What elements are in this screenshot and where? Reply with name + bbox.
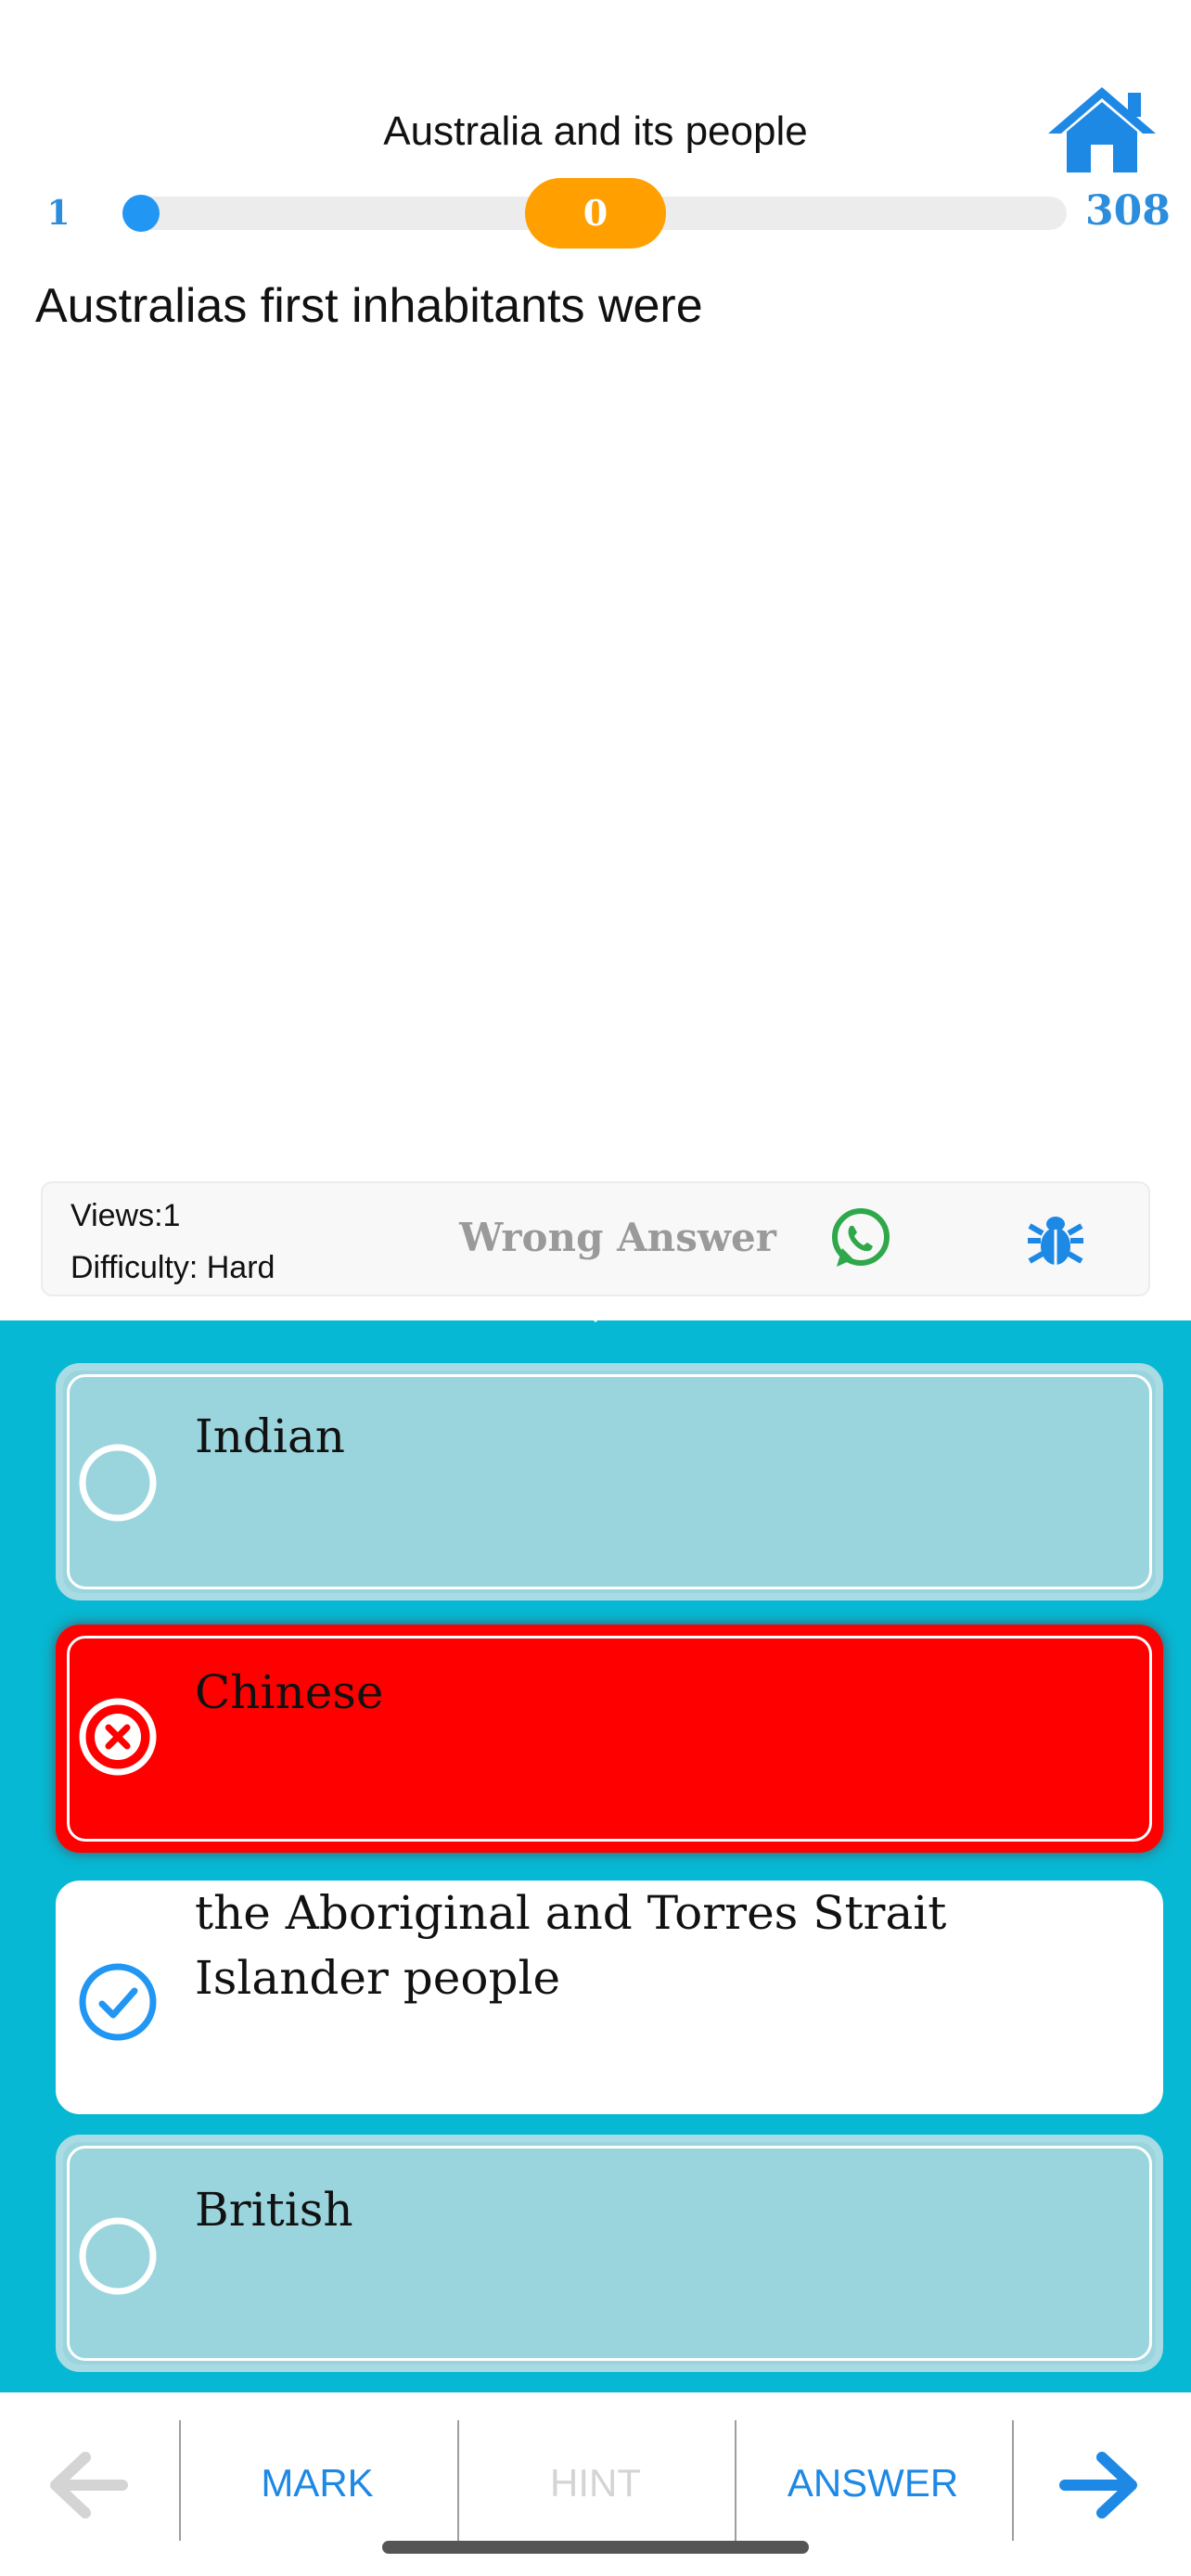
question-info-bar: Views:1 Difficulty: Hard Wrong Answer: [41, 1181, 1150, 1296]
home-indicator: [382, 2541, 809, 2554]
whatsapp-share-button[interactable]: [827, 1205, 894, 1272]
toolbar-divider: [179, 2420, 181, 2541]
home-button[interactable]: [1044, 83, 1159, 176]
whatsapp-icon: [832, 1208, 890, 1267]
option-label: Chinese: [195, 1665, 384, 1719]
mark-button[interactable]: MARK: [182, 2446, 453, 2520]
option-label: Indian: [195, 1409, 345, 1463]
previous-button[interactable]: [46, 2448, 130, 2522]
hint-button[interactable]: HINT: [460, 2446, 731, 2520]
result-status: Wrong Answer: [459, 1215, 776, 1260]
toolbar-divider: [457, 2420, 459, 2541]
option-label: the Aboriginal and Torres Strait Islande…: [195, 1886, 947, 2005]
close-circle-icon: [79, 1698, 157, 1776]
bug-icon: [1028, 1217, 1083, 1265]
score-badge: 0: [525, 178, 666, 249]
views-count: Views:1: [70, 1198, 181, 1233]
panel-pointer: [568, 1296, 623, 1322]
progress-max-label: 308: [1085, 187, 1171, 235]
page-title: Australia and its people: [383, 108, 808, 154]
arrow-right-icon: [1059, 2452, 1137, 2519]
question-text: Australias first inhabitants were: [35, 279, 703, 333]
option-aboriginal[interactable]: the Aboriginal and Torres Strait Islande…: [56, 1881, 1163, 2114]
radio-empty-icon: [79, 2217, 157, 2295]
report-bug-button[interactable]: [1024, 1207, 1087, 1270]
toolbar-divider: [735, 2420, 736, 2541]
home-icon: [1048, 87, 1156, 172]
arrow-left-icon: [50, 2452, 128, 2519]
next-button[interactable]: [1057, 2448, 1141, 2522]
answer-button[interactable]: ANSWER: [737, 2446, 1008, 2520]
option-chinese[interactable]: Chinese: [56, 1625, 1163, 1853]
check-circle-icon: [79, 1963, 157, 2041]
toolbar-divider: [1012, 2420, 1014, 2541]
progress-min-label: 1: [46, 194, 70, 233]
option-indian[interactable]: Indian: [56, 1363, 1163, 1600]
difficulty-label: Difficulty: Hard: [70, 1250, 275, 1285]
option-label: British: [195, 2183, 353, 2237]
progress-thumb[interactable]: [122, 195, 160, 232]
option-british[interactable]: British: [56, 2135, 1163, 2372]
radio-empty-icon: [79, 1444, 157, 1522]
